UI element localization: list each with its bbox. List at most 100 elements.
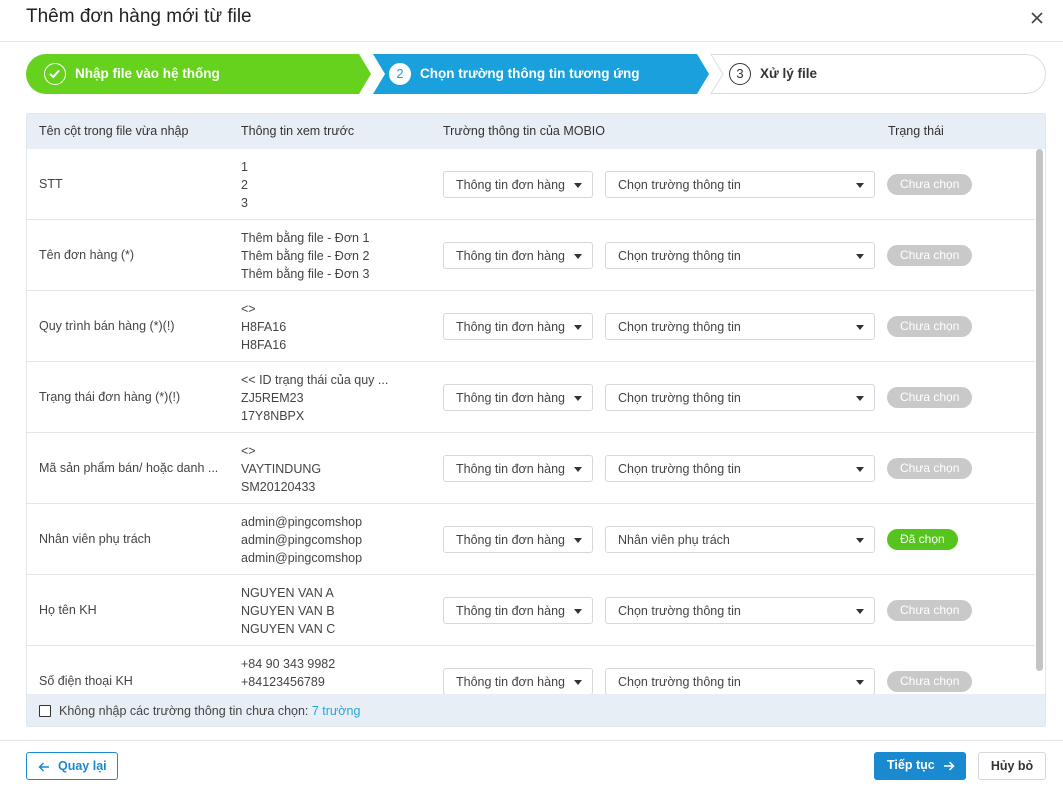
preview-values: <> H8FA16 H8FA16	[241, 300, 421, 354]
source-column-name: Mã sản phẩm bán/ hoặc danh ...	[39, 461, 219, 475]
select-value: Thông tin đơn hàng	[456, 320, 565, 334]
preview-value: H8FA16	[241, 320, 287, 334]
step-1-label[interactable]: Nhập file vào hệ thống	[75, 66, 220, 81]
table-row: Trạng thái đơn hàng (*)(!) << ID trạng t…	[27, 362, 1035, 433]
mobio-field-select[interactable]: Chọn trường thông tin	[605, 597, 875, 624]
preview-value: +84 90 343 9982	[241, 657, 336, 671]
source-column-name: Số điện thoại KH	[39, 674, 133, 688]
select-value: Chọn trường thông tin	[618, 462, 741, 476]
table-scrollbar[interactable]	[1036, 149, 1043, 671]
mapping-table: Tên cột trong file vừa nhập Thông tin xe…	[26, 113, 1046, 727]
select-value: Chọn trường thông tin	[618, 391, 741, 405]
select-value: Thông tin đơn hàng	[456, 249, 565, 263]
caret-down-icon	[574, 254, 582, 259]
mobio-field-select[interactable]: Chọn trường thông tin	[605, 171, 875, 198]
preview-values: << ID trạng thái của quy ... ZJ5REM23 17…	[241, 371, 421, 425]
select-value: Chọn trường thông tin	[618, 249, 741, 263]
caret-down-icon	[856, 325, 864, 330]
table-footer: Không nhập các trường thông tin chưa chọ…	[27, 694, 1045, 726]
table-header: Tên cột trong file vừa nhập Thông tin xe…	[27, 114, 1045, 149]
caret-down-icon	[856, 183, 864, 188]
mobio-field-select[interactable]: Chọn trường thông tin	[605, 668, 875, 694]
preview-value: <>	[241, 444, 256, 458]
caret-down-icon	[574, 680, 582, 685]
caret-down-icon	[856, 538, 864, 543]
field-group-select[interactable]: Thông tin đơn hàng	[443, 171, 593, 198]
field-group-select[interactable]: Thông tin đơn hàng	[443, 455, 593, 482]
skip-unselected-label: Không nhập các trường thông tin chưa chọ…	[59, 704, 360, 718]
preview-value: admin@pingcomshop	[241, 533, 363, 547]
caret-down-icon	[574, 183, 582, 188]
status-badge: Chưa chọn	[887, 671, 973, 692]
status-badge: Đã chọn	[887, 529, 958, 550]
caret-down-icon	[856, 680, 864, 685]
caret-down-icon	[856, 609, 864, 614]
source-column-name: STT	[39, 177, 63, 191]
next-button[interactable]: Tiếp tục	[874, 752, 966, 780]
preview-value: admin@pingcomshop	[241, 551, 363, 565]
status-badge: Chưa chọn	[887, 174, 973, 195]
unselected-count-link[interactable]: 7 trường	[312, 704, 361, 718]
step-3-number: 3	[729, 63, 751, 85]
mobio-field-select[interactable]: Nhân viên phụ trách	[605, 526, 875, 553]
preview-value: +84123456789	[241, 675, 325, 689]
source-column-name: Tên đơn hàng (*)	[39, 248, 135, 262]
preview-values: admin@pingcomshop admin@pingcomshop admi…	[241, 513, 421, 567]
arrow-right-icon	[944, 761, 955, 771]
preview-value: NGUYEN VAN A	[241, 586, 334, 600]
mobio-field-select[interactable]: Chọn trường thông tin	[605, 384, 875, 411]
dialog-header: Thêm đơn hàng mới từ file	[0, 0, 1063, 42]
close-icon[interactable]	[1025, 6, 1049, 30]
select-value: Thông tin đơn hàng	[456, 533, 565, 547]
table-row: Họ tên KH NGUYEN VAN A NGUYEN VAN B NGUY…	[27, 575, 1035, 646]
cancel-button[interactable]: Hủy bỏ	[978, 752, 1046, 780]
mobio-field-select[interactable]: Chọn trường thông tin	[605, 242, 875, 269]
field-group-select[interactable]: Thông tin đơn hàng	[443, 526, 593, 553]
back-button[interactable]: Quay lại	[26, 752, 118, 780]
select-value: Thông tin đơn hàng	[456, 391, 565, 405]
status-badge: Chưa chọn	[887, 600, 973, 621]
table-row: Quy trình bán hàng (*)(!) <> H8FA16 H8FA…	[27, 291, 1035, 362]
select-value: Chọn trường thông tin	[618, 320, 741, 334]
select-value: Thông tin đơn hàng	[456, 178, 565, 192]
back-button-label: Quay lại	[58, 759, 107, 773]
preview-value: VAYTINDUNG	[241, 462, 322, 476]
preview-value: NGUYEN VAN C	[241, 622, 336, 636]
preview-value: << ID trạng thái của quy ...	[241, 373, 389, 387]
field-group-select[interactable]: Thông tin đơn hàng	[443, 384, 593, 411]
table-row: Tên đơn hàng (*) Thêm bằng file - Đơn 1 …	[27, 220, 1035, 291]
step-3-label[interactable]: Xử lý file	[760, 66, 817, 81]
preview-values: Thêm bằng file - Đơn 1 Thêm bằng file - …	[241, 229, 421, 283]
caret-down-icon	[856, 467, 864, 472]
select-value: Thông tin đơn hàng	[456, 675, 565, 689]
col-header-mobio-field: Trường thông tin của MOBIO	[443, 124, 605, 138]
caret-down-icon	[856, 396, 864, 401]
mobio-field-select[interactable]: Chọn trường thông tin	[605, 313, 875, 340]
status-badge: Chưa chọn	[887, 387, 973, 408]
field-group-select[interactable]: Thông tin đơn hàng	[443, 313, 593, 340]
field-group-select[interactable]: Thông tin đơn hàng	[443, 242, 593, 269]
step-2-number: 2	[389, 63, 411, 85]
caret-down-icon	[574, 609, 582, 614]
table-row: STT 1 2 3 Thông tin đơn hàng Chọn trường…	[27, 149, 1035, 220]
preview-value: SM20120433	[241, 480, 316, 494]
source-column-name: Trạng thái đơn hàng (*)(!)	[39, 390, 181, 404]
field-group-select[interactable]: Thông tin đơn hàng	[443, 597, 593, 624]
preview-value: Thêm bằng file - Đơn 3	[241, 267, 370, 281]
preview-value: 3	[241, 196, 248, 210]
source-column-name: Quy trình bán hàng (*)(!)	[39, 319, 175, 333]
step-2-label[interactable]: Chọn trường thông tin tương ứng	[420, 66, 639, 81]
next-button-label: Tiếp tục	[887, 758, 935, 772]
select-value: Chọn trường thông tin	[618, 675, 741, 689]
preview-value: admin@pingcomshop	[241, 515, 363, 529]
skip-unselected-checkbox[interactable]	[39, 705, 51, 717]
field-group-select[interactable]: Thông tin đơn hàng	[443, 668, 593, 694]
caret-down-icon	[574, 396, 582, 401]
preview-value: ZJ5REM23	[241, 391, 304, 405]
caret-down-icon	[856, 254, 864, 259]
table-body[interactable]: STT 1 2 3 Thông tin đơn hàng Chọn trường…	[27, 149, 1035, 694]
table-row: Nhân viên phụ trách admin@pingcomshop ad…	[27, 504, 1035, 575]
status-badge: Chưa chọn	[887, 458, 973, 479]
preview-values: +84 90 343 9982 +84123456789	[241, 655, 421, 691]
mobio-field-select[interactable]: Chọn trường thông tin	[605, 455, 875, 482]
